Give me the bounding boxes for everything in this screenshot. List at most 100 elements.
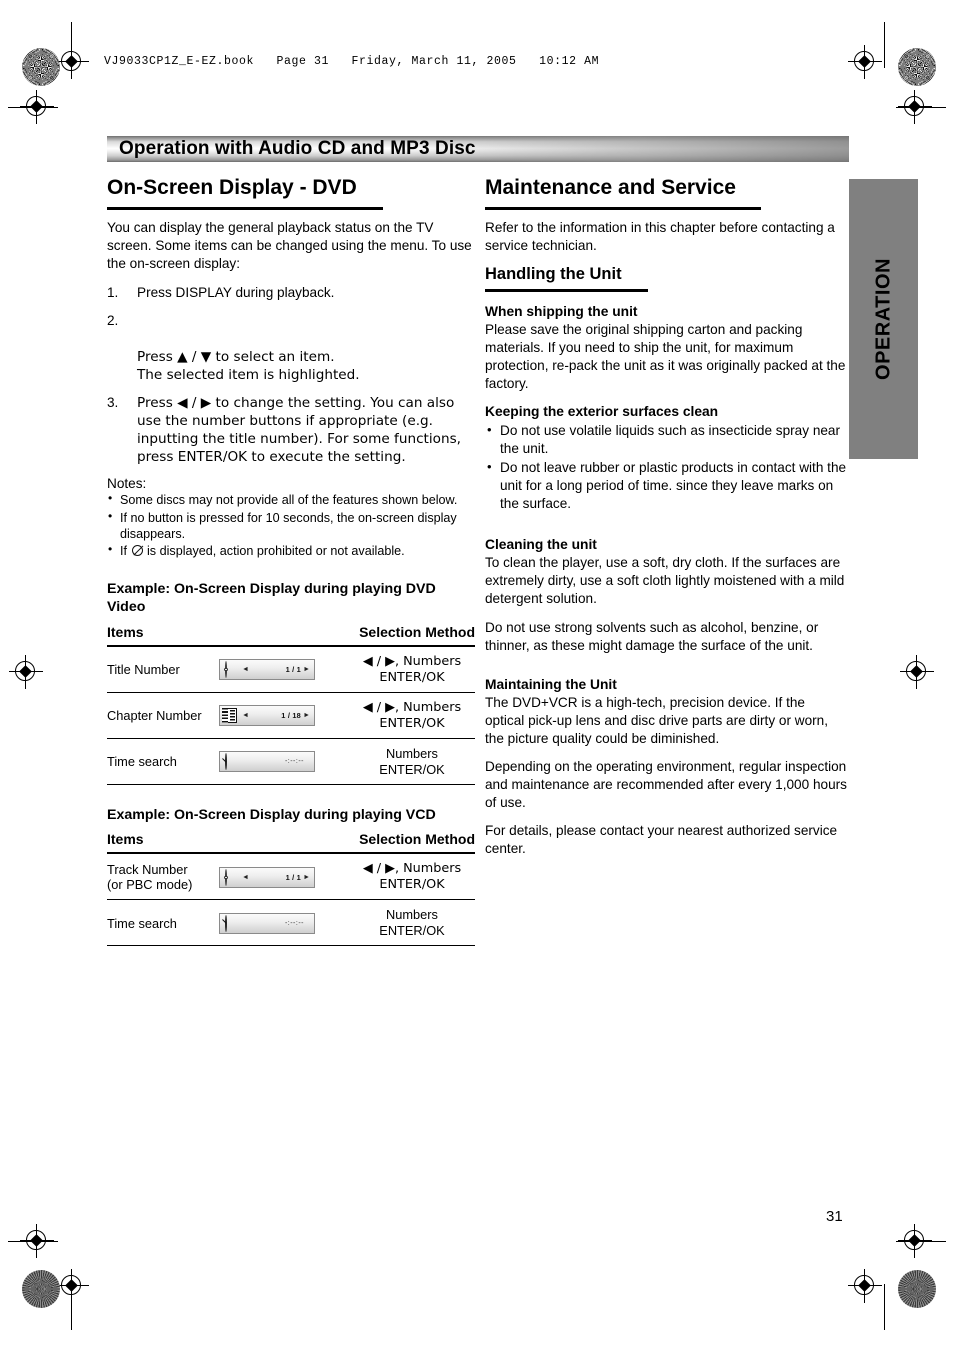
osd-value: 1 / 1 [285,665,301,675]
registration-mark-right-middle [900,655,934,689]
crop-line-bottom-left-h [8,1241,58,1243]
osd-table-dvd: Items Selection Method Title Number ◄ 1 … [107,623,475,785]
left-heading-rule [107,207,383,211]
table2-row1-method: ◀ / ▶, Numbers ENTER/OK [349,853,475,901]
table1-row1-method: ◀ / ▶, Numbers ENTER/OK [349,645,475,693]
content-area: Operation with Audio CD and MP3 Disc [107,136,849,162]
density-patch-bottom-left [22,1270,60,1308]
example-1-title: Example: On-Screen Display during playin… [107,581,436,615]
method-line-1: ◀ / ▶, Numbers [362,699,462,715]
subhead-shipping: When shipping the unit [485,303,638,319]
table1-row3-osd: -:--:-- [219,738,349,785]
table2-header-method: Selection Method [349,831,475,855]
table1-row2-method: ◀ / ▶, Numbers ENTER/OK [349,692,475,739]
density-patch-bottom-right [898,1270,936,1308]
note-item-2: If no button is pressed for 10 seconds, … [107,508,475,542]
method-line-2: ENTER/OK [379,669,445,685]
registration-mark-left-middle [9,655,43,689]
table-header-row: Items Selection Method [107,623,475,647]
table1-header-method: Selection Method [349,623,475,647]
paragraph-cleaning-2: Do not use strong solvents such as alcoh… [485,619,819,653]
step-item-2: 2. Press ▲ / ▼ to select an item. The se… [107,312,475,384]
paragraph-cleaning-1: To clean the player, use a soft, dry clo… [485,555,845,607]
crop-line-bottom-left-v [71,1284,73,1330]
osd-table-vcd: Items Selection Method Track Number (or … [107,831,475,947]
table2-row2-method: Numbers ENTER/OK [349,899,475,947]
side-tab-operation: OPERATION [849,179,918,459]
subhead-maintaining: Maintaining the Unit [485,676,617,692]
osd-widget-track-number: ◄ 1 / 1 ► [219,866,315,888]
page-number: 31 [826,1208,843,1225]
note-item-1: Some discs may not provide all of the fe… [107,491,475,508]
left-column: On-Screen Display - DVD You can display … [107,176,475,947]
method-line-1: Numbers [386,745,438,761]
osd-widget-chapter-number: ◄ 1 / 18 ► [219,705,315,727]
crop-line-top-left-v [71,22,73,68]
book-file-header: VJ9033CP1Z_E-EZ.book Page 31 Friday, Mar… [104,55,600,68]
subhead-cleaning: Cleaning the unit [485,537,597,553]
disc-icon [225,868,240,886]
density-patch-top-left [22,48,60,86]
subhead-exterior: Keeping the exterior surfaces clean [485,404,719,420]
registration-mark-top-right [848,45,882,79]
table-row: Time search -:--:-- Numbers ENTER/OK [107,738,475,785]
method-line-2: ENTER/OK [379,715,445,731]
table-header-row: Items Selection Method [107,831,475,855]
crop-line-bottom-right-h [896,1241,946,1243]
right-section-heading: Maintenance and Service [485,176,736,199]
paragraph-maintaining-3: For details, please contact your nearest… [485,823,838,857]
table2-row1-item: Track Number (or PBC mode) [107,853,219,901]
note-3-prefix: If [120,543,127,558]
paragraph-maintaining-2: Depending on the operating environment, … [485,759,847,811]
side-tab-label: OPERATION [872,258,894,380]
table2-row2-osd: -:--:-- [219,899,349,947]
example-2-title: Example: On-Screen Display during playin… [107,806,436,823]
step-number-2: 2. [107,312,119,328]
chapter-title: Operation with Audio CD and MP3 Disc [119,138,476,159]
method-line-2: ENTER/OK [379,877,445,893]
disc-icon [225,661,240,679]
table-row: Title Number ◄ 1 / 1 ► ◀ / ▶, Numbers EN… [107,645,475,693]
table1-row1-osd: ◄ 1 / 1 ► [219,645,349,693]
note-3-suffix: is displayed, action prohibited or not a… [147,543,405,558]
crop-line-top-right-v [884,22,886,68]
table-row: Chapter Number ◄ 1 / 18 ► ◀ / ▶, Numbers… [107,692,475,739]
method-line-2: ENTER/OK [379,923,445,939]
clock-icon [225,753,240,771]
table1-row3-item: Time search [107,738,219,785]
table1-row2-osd: ◄ 1 / 18 ► [219,692,349,739]
film-icon [222,708,240,724]
osd-arrow-left-icon: ◄ [242,873,249,881]
notes-label: Notes: [107,476,147,492]
notes-list: Some discs may not provide all of the fe… [107,491,475,559]
method-line-1: ◀ / ▶, Numbers [362,861,462,877]
step-text-1: Press DISPLAY during playback. [137,284,335,300]
left-intro-paragraph: You can display the general playback sta… [107,220,472,272]
step-number-1: 1. [107,284,119,300]
left-section-heading: On-Screen Display - DVD [107,176,357,199]
table2-row2-item: Time search [107,899,219,947]
table2-row1-osd: ◄ 1 / 1 ► [219,853,349,901]
step-text-3: Press ◀ / ▶ to change the setting. You c… [137,394,461,466]
table2-header-items: Items [107,831,349,855]
document-page: VJ9033CP1Z_E-EZ.book Page 31 Friday, Mar… [0,0,954,1350]
prohibited-icon [131,544,143,556]
step-item-3: 3. Press ◀ / ▶ to change the setting. Yo… [107,394,475,466]
density-patch-top-right [898,48,936,86]
chapter-title-bar: Operation with Audio CD and MP3 Disc [107,136,849,162]
table1-header-items: Items [107,623,349,647]
exterior-bullets: Do not use volatile liquids such as inse… [485,421,847,513]
right-heading-rule [485,207,761,211]
exterior-bullet-1: Do not use volatile liquids such as inse… [485,421,847,458]
handling-the-unit-rule [485,289,648,292]
osd-widget-time-search: -:--:-- [219,751,315,773]
note-item-3: If is displayed, action prohibited or no… [107,542,475,559]
osd-value: -:--:-- [284,758,304,766]
osd-arrow-right-icon: ► [303,712,310,720]
osd-value: -:--:-- [284,919,304,927]
method-line-2: ENTER/OK [379,761,445,777]
osd-arrow-right-icon: ► [303,666,310,674]
method-line-1: Numbers [386,907,438,923]
step-number-3: 3. [107,394,119,410]
osd-arrow-left-icon: ◄ [242,712,249,720]
